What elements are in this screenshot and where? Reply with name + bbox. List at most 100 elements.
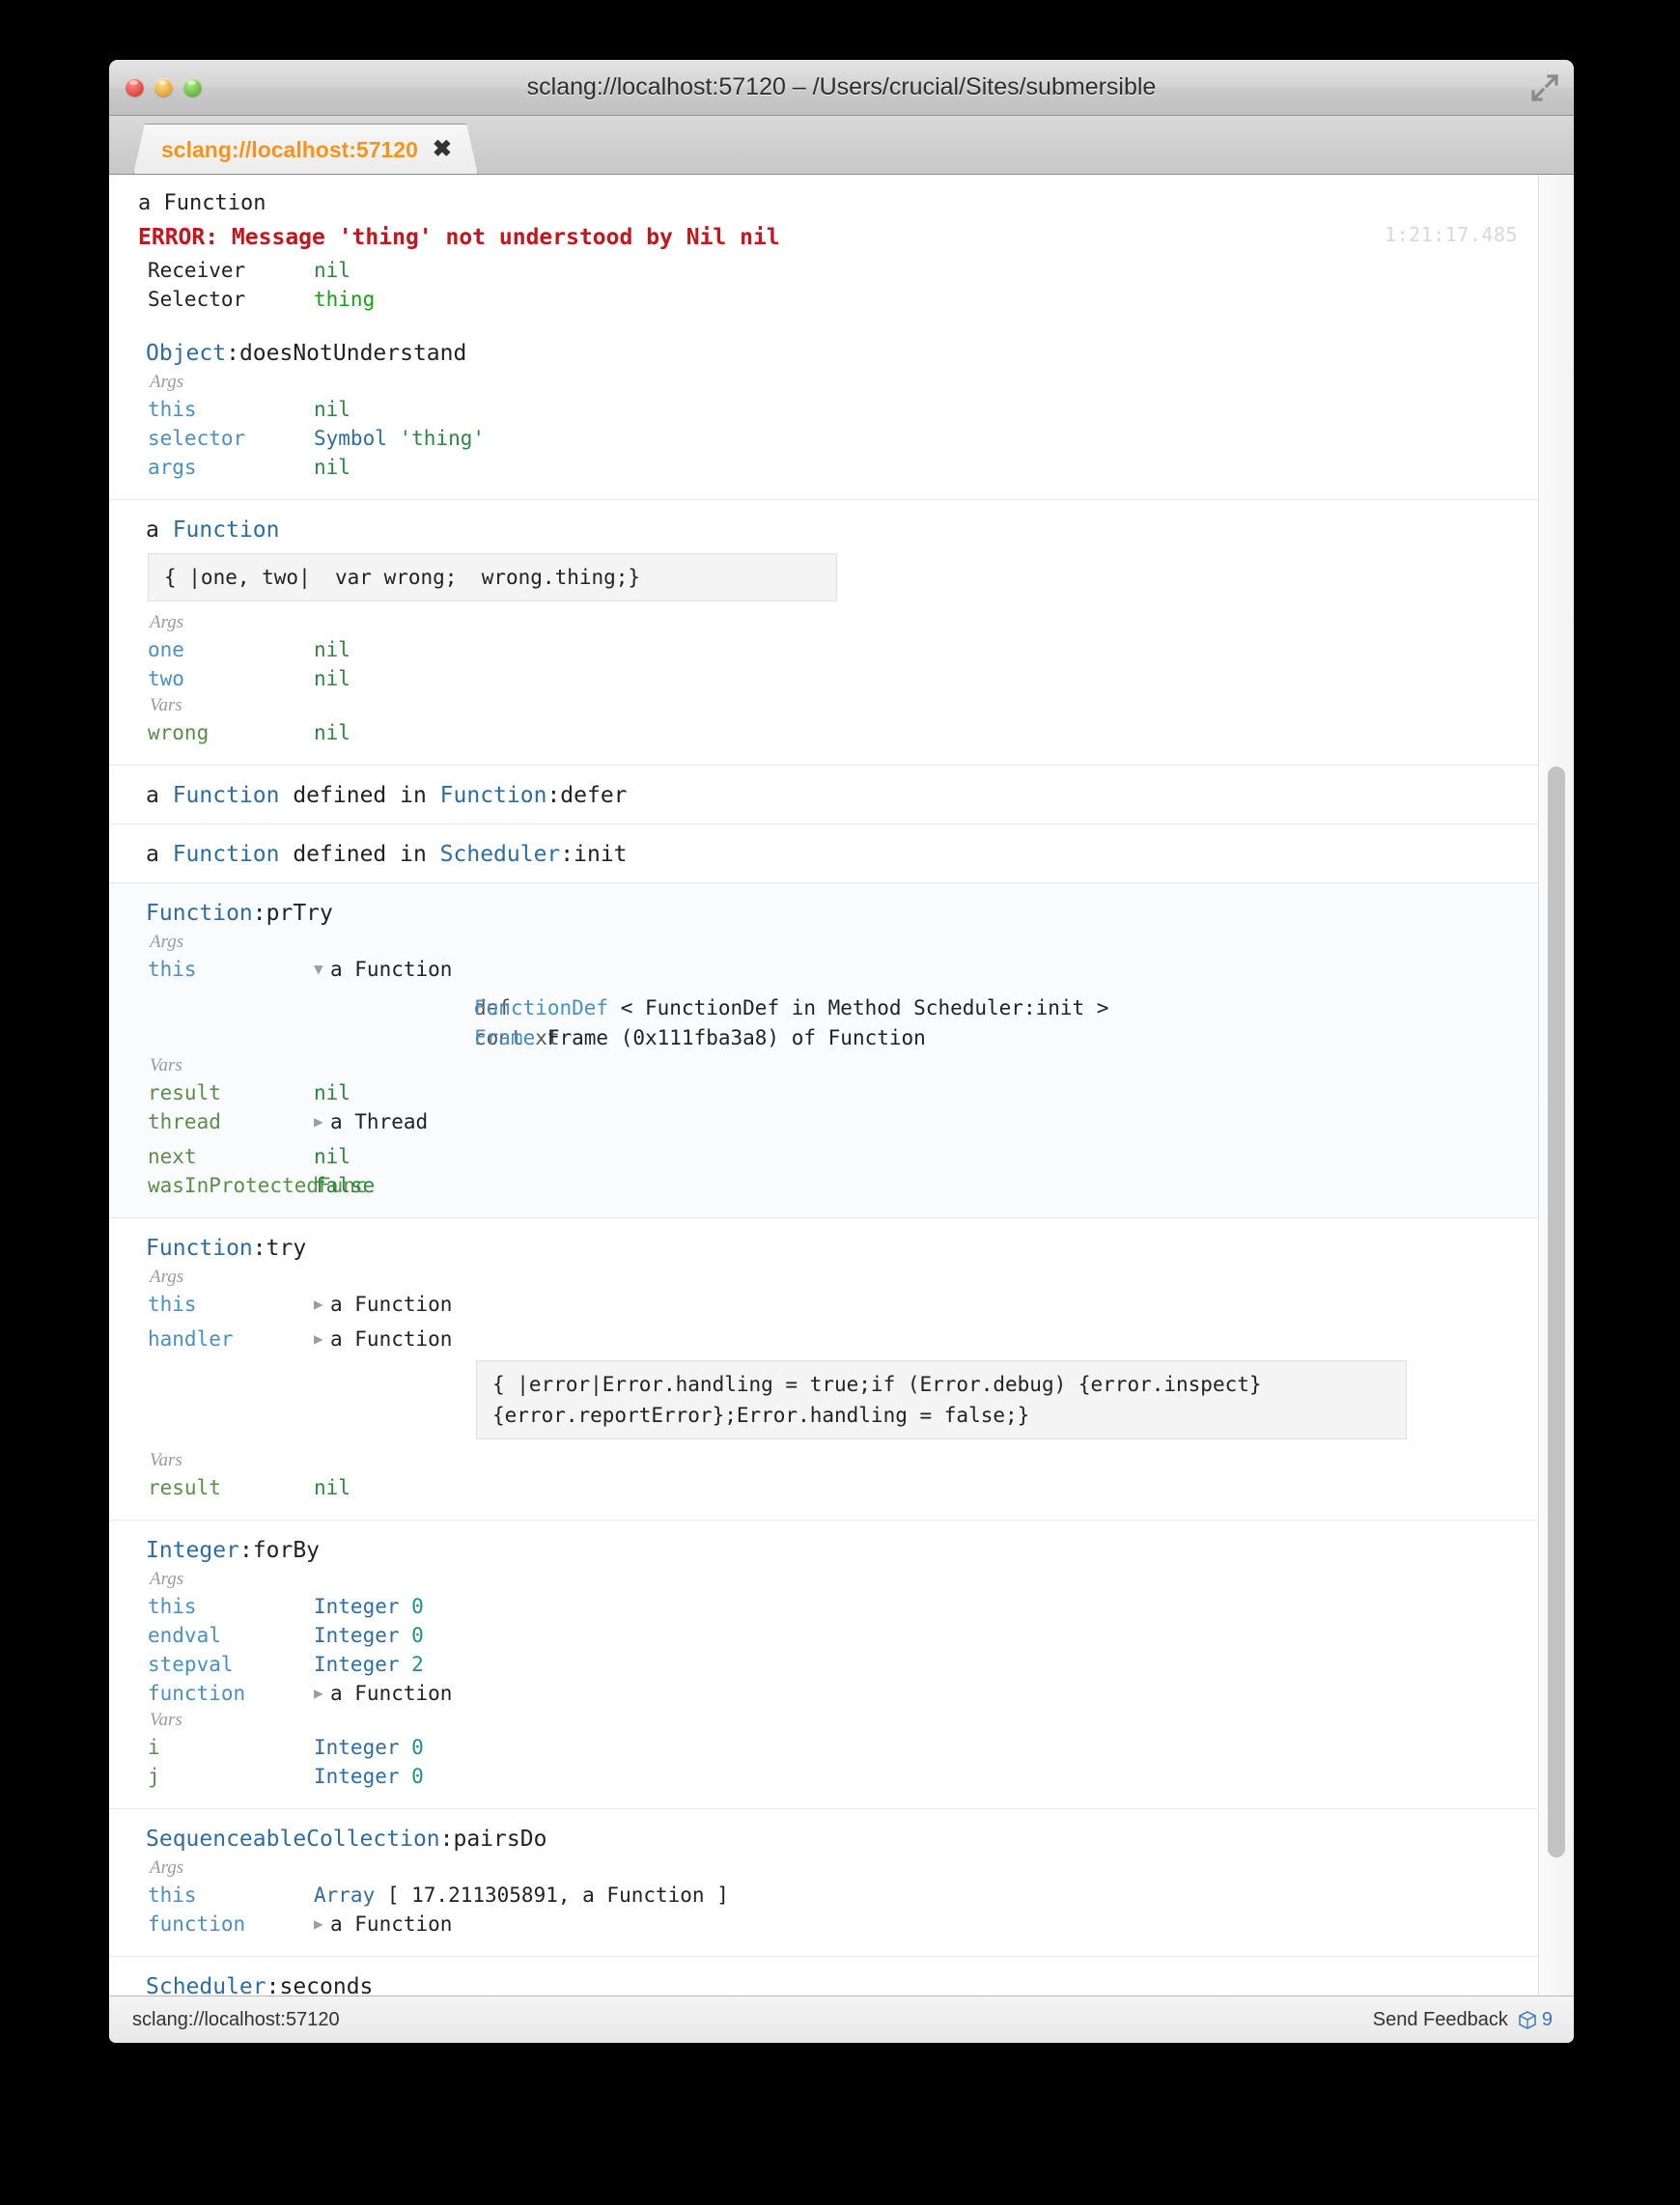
var-value: nil xyxy=(314,1081,350,1104)
var-name: wrong xyxy=(148,721,210,744)
arg-row: handler a Function xyxy=(109,1325,1539,1354)
frame-a-function[interactable]: a Function { |one, two| var wrong; wrong… xyxy=(109,499,1539,765)
var-value: 0 xyxy=(411,1765,424,1788)
scrollbar-thumb[interactable] xyxy=(1548,767,1565,1857)
frame-object-doesnotunderstand[interactable]: Object:doesNotUnderstand Args this nil s… xyxy=(109,323,1539,499)
arg-row: endval Integer 0 xyxy=(109,1621,1539,1650)
package-count-value: 9 xyxy=(1541,2008,1553,2030)
arg-name: stepval xyxy=(148,1653,234,1676)
arg-name: this xyxy=(148,1884,197,1907)
package-icon xyxy=(1519,2011,1536,2029)
arg-row: this Integer 0 xyxy=(109,1592,1539,1621)
arg-value: [ 17.211305891, a Function ] xyxy=(386,1884,729,1907)
frame-class: Object xyxy=(146,341,227,366)
frame-scheduler-seconds[interactable]: Scheduler:seconds_ Args this a Scheduler… xyxy=(109,1956,1539,1996)
var-row: result nil xyxy=(109,1078,1539,1107)
status-bar: sclang://localhost:57120 Send Feedback 9 xyxy=(109,1996,1574,2043)
frame-class: Scheduler xyxy=(439,842,561,867)
arg-value: 2 xyxy=(411,1653,424,1676)
arg-value: a Function xyxy=(330,1327,453,1351)
arg-name: endval xyxy=(148,1624,221,1647)
frame-class: Function xyxy=(146,1236,253,1261)
arg-row: stepval Integer 2 xyxy=(109,1650,1539,1679)
frame-function-try[interactable]: Function:try Args this a Function handle… xyxy=(109,1217,1539,1520)
var-row: wrong nil xyxy=(109,718,1539,747)
var-value: nil xyxy=(314,721,350,744)
frame-sequenceablecollection-pairsdo[interactable]: SequenceableCollection:pairsDo Args this… xyxy=(109,1808,1539,1956)
args-group-label: Args xyxy=(150,1857,184,1878)
nested-key: def xyxy=(474,996,511,1019)
frame-title: a Function xyxy=(109,514,1539,546)
frame-title: Function:prTry xyxy=(109,897,1539,930)
vars-group-label: Vars xyxy=(150,1055,182,1075)
arg-row: this Array [ 17.211305891, a Function ] xyxy=(109,1881,1539,1910)
selector-value: thing xyxy=(314,288,376,311)
arg-name: args xyxy=(148,456,197,479)
package-count[interactable]: 9 xyxy=(1517,2009,1553,2031)
frame-title: Scheduler:seconds_ xyxy=(109,1970,1539,1996)
arg-value: a Function xyxy=(330,1912,453,1936)
close-icon[interactable]: ✖ xyxy=(433,138,452,161)
chevron-right-icon[interactable] xyxy=(314,1679,330,1708)
arg-row: one nil xyxy=(109,635,1539,664)
frame-selector: :forBy xyxy=(238,1538,321,1563)
title-bar: sclang://localhost:57120 – /Users/crucia… xyxy=(109,60,1574,116)
arg-row: function a Function xyxy=(109,1910,1539,1939)
arg-name: two xyxy=(148,667,184,690)
handler-code-line-1: { |error|Error.handling = true;if (Error… xyxy=(492,1373,1262,1396)
arg-value: nil xyxy=(314,667,350,690)
application-window: sclang://localhost:57120 – /Users/crucia… xyxy=(109,60,1574,2043)
arg-value: 'thing' xyxy=(399,427,486,450)
var-name: j xyxy=(148,1765,160,1788)
frame-selector: :pairsDo xyxy=(439,1827,547,1852)
chevron-right-icon[interactable] xyxy=(314,1910,330,1939)
frame-class: Scheduler xyxy=(146,1974,266,1996)
handler-source-box: { |error|Error.handling = true;if (Error… xyxy=(476,1360,1407,1439)
args-group-label: Args xyxy=(150,612,184,632)
content-area: a Function ERROR: Message 'thing' not un… xyxy=(109,175,1574,1996)
frame-integer-forby[interactable]: Integer:forBy Args this Integer 0 endval… xyxy=(109,1520,1539,1808)
var-name: next xyxy=(148,1145,197,1168)
frame-selector: :defer xyxy=(546,783,628,808)
nested-value: < FunctionDef in Method Scheduler:init > xyxy=(608,996,1109,1019)
selector-label: Selector xyxy=(148,288,246,311)
vertical-scrollbar[interactable] xyxy=(1538,175,1574,1996)
var-name: result xyxy=(148,1081,221,1104)
chevron-right-icon[interactable] xyxy=(314,1325,330,1354)
frame-title: SequenceableCollection:pairsDo xyxy=(109,1823,1539,1856)
arg-value: 0 xyxy=(411,1624,424,1647)
frame-title: a Function defined in Scheduler:init xyxy=(109,838,1539,871)
arg-name: function xyxy=(148,1912,246,1936)
error-log-document: a Function ERROR: Message 'thing' not un… xyxy=(109,175,1539,1996)
fullscreen-expand-icon[interactable] xyxy=(1530,73,1559,102)
frame-defined-in: defined in xyxy=(279,842,440,867)
tab-bar: sclang://localhost:57120 ✖ xyxy=(109,116,1574,175)
arg-row: this a Function xyxy=(109,1290,1539,1319)
arg-value: nil xyxy=(314,638,350,661)
error-message: ERROR: Message 'thing' not understood by… xyxy=(138,225,780,250)
var-name: wasInProtectedFunc xyxy=(148,1174,368,1197)
nested-key: context xyxy=(474,1026,560,1049)
function-source-box: { |one, two| var wrong; wrong.thing;} xyxy=(148,553,837,601)
frame-scheduler-init[interactable]: a Function defined in Scheduler:init xyxy=(109,823,1539,882)
arg-row: function a Function xyxy=(109,1679,1539,1708)
arg-name: this xyxy=(148,398,197,421)
args-group-label: Args xyxy=(150,1267,184,1287)
vars-group-label: Vars xyxy=(150,695,182,715)
chevron-down-icon[interactable] xyxy=(314,955,330,984)
chevron-right-icon[interactable] xyxy=(314,1290,330,1319)
frame-function-prtry[interactable]: Function:prTry Args this a Function defF… xyxy=(109,882,1539,1217)
tab-sclang-localhost[interactable]: sclang://localhost:57120 ✖ xyxy=(133,124,478,175)
frame-function-word: Function xyxy=(172,783,280,808)
arg-value: a Function xyxy=(330,1293,453,1316)
send-feedback-button[interactable]: Send Feedback xyxy=(1373,2009,1508,2031)
frame-function-defer[interactable]: a Function defined in Function:defer xyxy=(109,765,1539,823)
chevron-right-icon[interactable] xyxy=(314,1107,330,1136)
arg-name: handler xyxy=(148,1327,234,1351)
var-value: a Thread xyxy=(330,1110,429,1133)
frame-title: a Function defined in Function:defer xyxy=(109,779,1539,812)
arg-name: function xyxy=(148,1682,246,1705)
tab-label: sclang://localhost:57120 xyxy=(161,136,418,162)
frame-selector: :try xyxy=(252,1236,307,1261)
frame-title: Integer:forBy xyxy=(109,1534,1539,1567)
